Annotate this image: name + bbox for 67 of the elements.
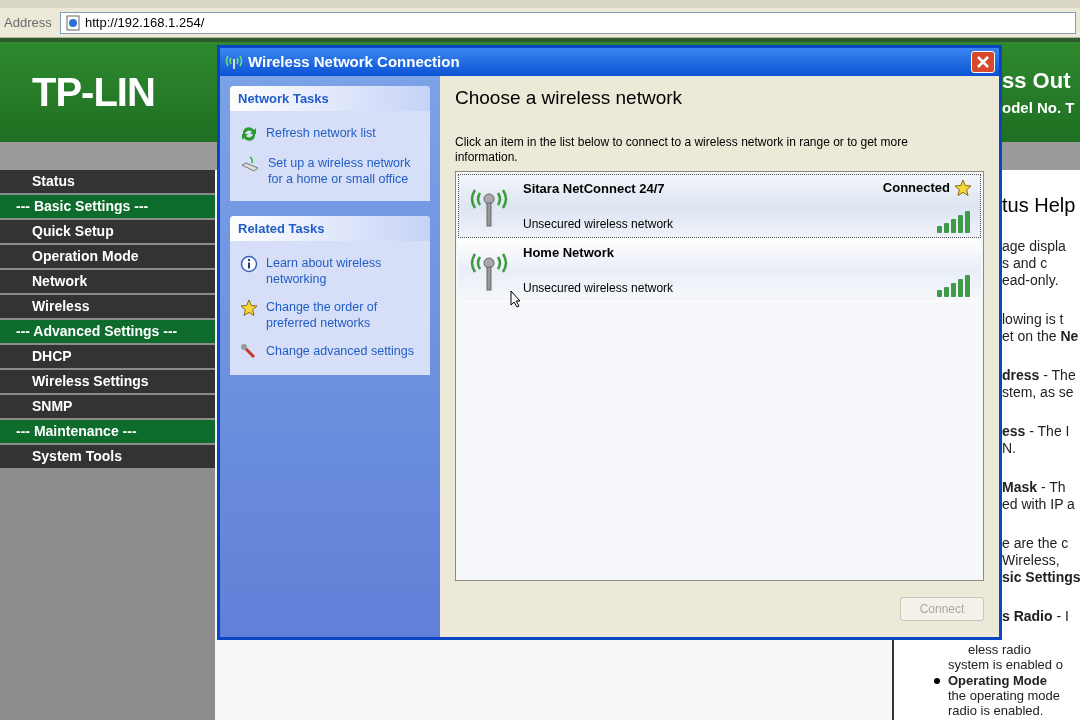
- help-text: Wireless,: [1002, 552, 1061, 569]
- help-text: lowing is t: [1002, 311, 1065, 328]
- help-text: the operating mode: [948, 688, 1062, 703]
- help-text: dress - The: [1002, 367, 1077, 384]
- help-text: s and c: [1002, 255, 1049, 272]
- close-button[interactable]: [971, 51, 995, 73]
- help-text: ed with IP a: [1002, 496, 1076, 513]
- info-icon: [240, 255, 258, 273]
- model-number: odel No. T: [1002, 98, 1076, 119]
- window-title: Wireless Network Connection: [248, 51, 460, 72]
- close-icon: [977, 56, 989, 68]
- menu-item[interactable]: Wireless: [0, 295, 215, 318]
- security-text: Unsecured wireless network: [523, 215, 675, 233]
- menu-item[interactable]: System Tools: [0, 445, 215, 468]
- help-text: s Radio - I: [1002, 608, 1070, 625]
- help-text: ead-only.: [1002, 272, 1060, 289]
- address-field[interactable]: http://192.168.1.254/: [60, 11, 1076, 34]
- menu-item[interactable]: DHCP: [0, 345, 215, 368]
- help-text: et on the Ne: [1002, 328, 1080, 345]
- help-text: stem, as se: [1002, 384, 1075, 401]
- security-text: Unsecured wireless network: [523, 279, 675, 297]
- star-icon: [240, 299, 258, 317]
- menu-item[interactable]: SNMP: [0, 395, 215, 418]
- connection-status: Connected: [882, 178, 950, 197]
- help-text: ess - The I: [1002, 423, 1071, 440]
- refresh-icon: [240, 125, 258, 143]
- network-item[interactable]: Home Network Unsecured wireless network: [458, 237, 981, 302]
- mouse-cursor-icon: [510, 290, 522, 308]
- help-text: N.: [1002, 440, 1017, 457]
- signal-strength-icon: [936, 209, 972, 234]
- task-link[interactable]: Refresh network list: [266, 125, 416, 141]
- help-text: e are the c: [1002, 535, 1070, 552]
- network-name: Home Network: [523, 243, 616, 262]
- menu-item[interactable]: Operation Mode: [0, 245, 215, 268]
- task-link[interactable]: Change advanced settings: [266, 343, 416, 359]
- help-heading: tus Help: [1002, 193, 1077, 218]
- task-box-title: Network Tasks: [230, 86, 430, 111]
- help-text: Operating Mode: [948, 673, 1047, 688]
- menu-section-header: --- Basic Settings ---: [0, 195, 215, 218]
- address-label: Address: [4, 13, 53, 32]
- help-text: sic Settings: [1002, 569, 1080, 586]
- wrench-icon: [240, 343, 258, 361]
- menu-item[interactable]: Network: [0, 270, 215, 293]
- help-text: radio is enabled.: [948, 703, 1045, 718]
- signal-strength-icon: [936, 273, 972, 298]
- task-box-title: Related Tasks: [230, 216, 430, 241]
- help-text: system is enabled o: [948, 657, 1064, 672]
- instruction-text: Click an item in the list below to connect to a wireless network in range or to get more information.: [455, 134, 909, 165]
- task-link[interactable]: Set up a wireless network for a home or small office: [268, 155, 418, 187]
- menu-section-header: --- Advanced Settings ---: [0, 320, 215, 343]
- task-link[interactable]: Change the order of preferred networks: [266, 299, 416, 331]
- menu-item[interactable]: Wireless Settings: [0, 370, 215, 393]
- help-text: age displa: [1002, 238, 1067, 255]
- bullet-icon: [934, 677, 940, 684]
- menu-item[interactable]: Status: [0, 170, 215, 193]
- menu-item[interactable]: Quick Setup: [0, 220, 215, 243]
- header-title: ss Out: [1002, 67, 1072, 96]
- dialog-heading: Choose a wireless network: [455, 86, 684, 110]
- network-name: Sitara NetConnect 24/7: [523, 179, 666, 198]
- logo-text: TP-LIN: [31, 69, 155, 116]
- network-item[interactable]: Sitara NetConnect 24/7 Unsecured wireless network Connected: [458, 173, 981, 238]
- wireless-icon: [224, 54, 244, 70]
- menu-section-header: --- Maintenance ---: [0, 420, 215, 443]
- page-icon: [65, 14, 81, 31]
- help-text: eless radio: [967, 642, 1032, 657]
- task-link[interactable]: Learn about wireless networking: [266, 255, 416, 287]
- help-text: Mask - Th: [1002, 479, 1067, 496]
